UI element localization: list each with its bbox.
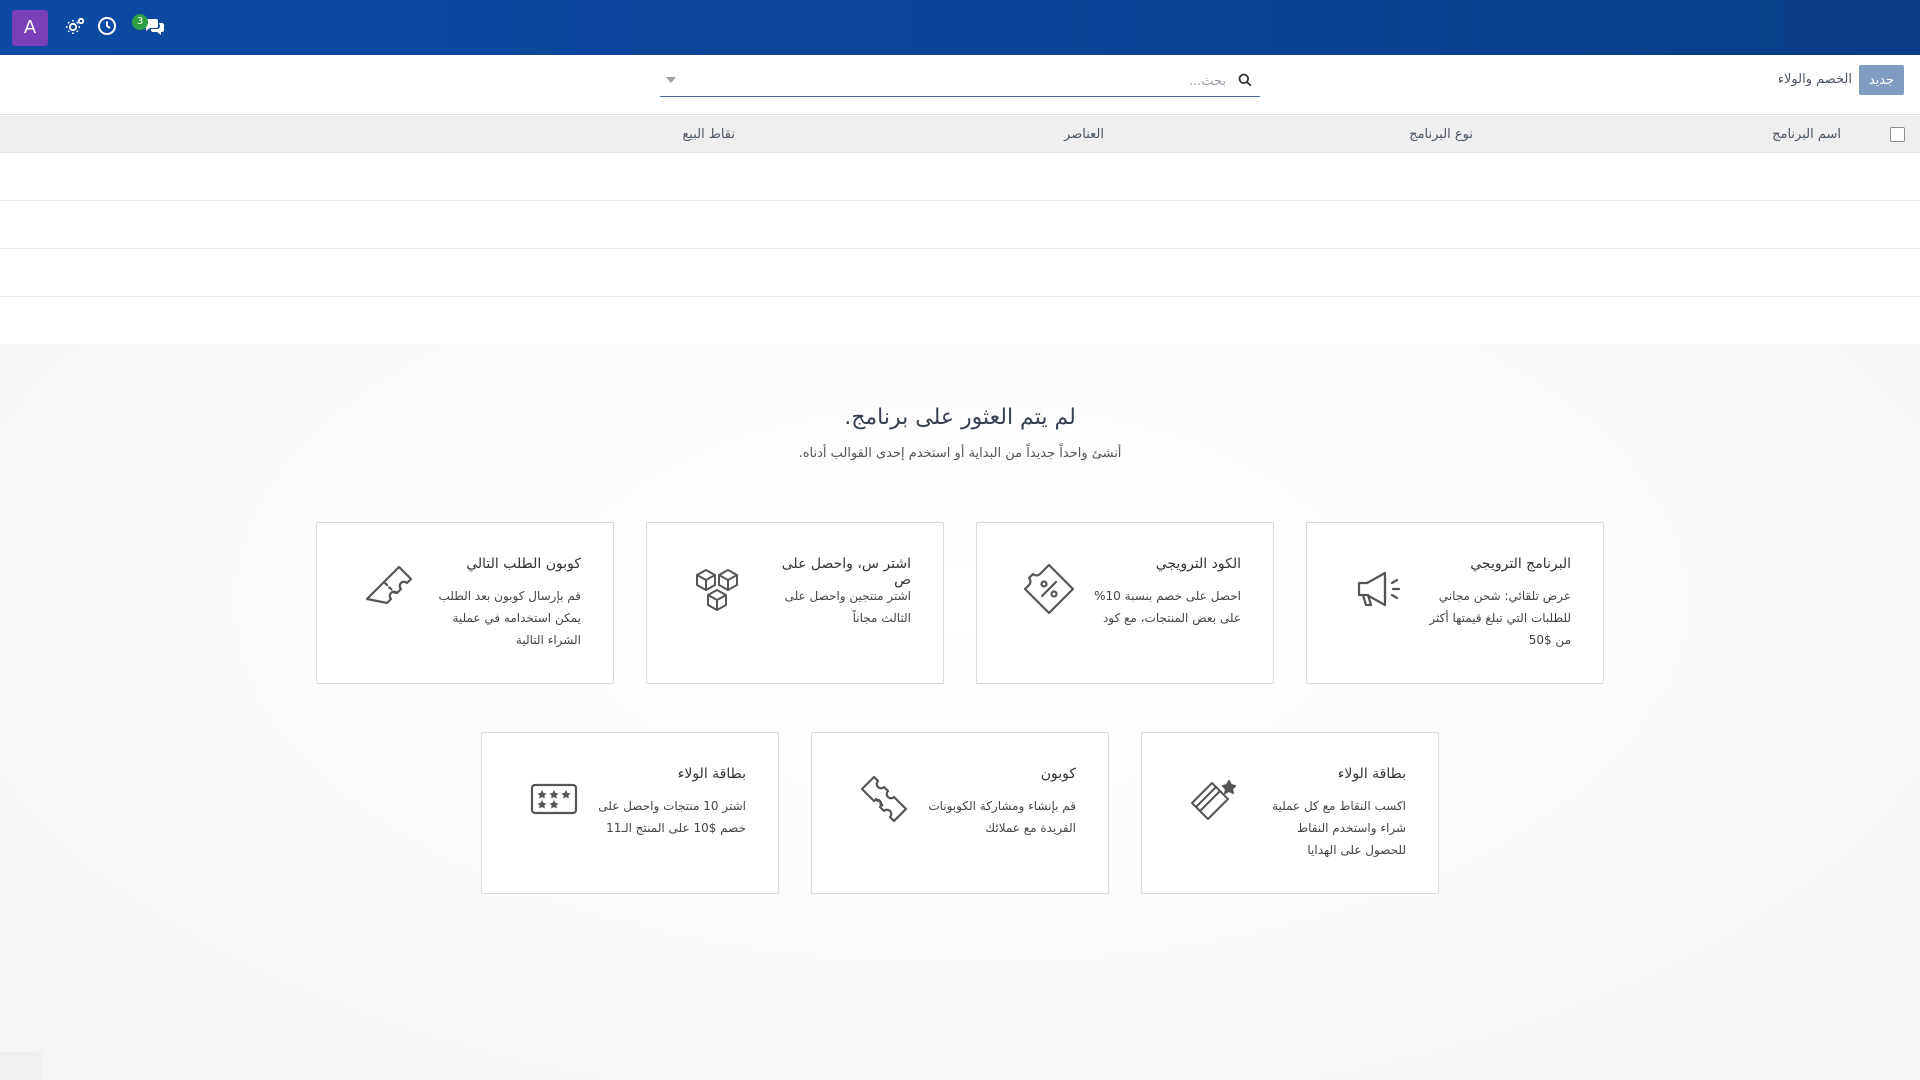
template-card-stamp-card[interactable]: بطاقة الولاء اشتر 10 منتجات واحصل على خص… [481,732,779,894]
template-card-promo-code[interactable]: الكود الترويجي احصل على خصم بنسبة 10% عل… [976,522,1274,684]
column-program-type[interactable]: نوع البرنامج [1409,127,1473,142]
template-description: احصل على خصم بنسبة 10% على بعض المنتجات،… [1094,589,1241,625]
chat-badge: 3 [132,14,148,30]
ticket-icon [359,559,419,619]
column-program-name[interactable]: اسم البرنامج [1772,127,1841,142]
template-description: اكسب النقاط مع كل عملية شراء واستخدم الن… [1272,799,1406,857]
template-title: بطاقة الولاء [677,766,746,782]
megaphone-icon [1349,559,1409,619]
template-description: اشتر 10 منتجات واحصل على خصم $10 على الم… [598,799,746,835]
list-row [0,201,1920,249]
search-bar [660,65,1260,97]
clock-icon[interactable] [96,15,118,37]
template-description: اشتر منتجين واحصل على الثالث مجاناً [784,589,911,625]
user-avatar[interactable]: A [12,10,48,46]
search-input[interactable] [688,67,1226,95]
template-title: بطاقة الولاء [1337,766,1406,782]
top-navbar: A 3 [0,0,1920,55]
template-card-loyalty[interactable]: بطاقة الولاء اكسب النقاط مع كل عملية شرا… [1141,732,1439,894]
template-card-buy-x-get-y[interactable]: اشتر س، واحصل على ص اشتر منتجين واحصل عل… [646,522,944,684]
column-pos[interactable]: نقاط البيع [682,127,735,142]
control-panel: جديد الخصم والولاء [0,55,1920,115]
template-card-promotion[interactable]: البرنامج الترويجي عرض تلقائي: شحن مجاني … [1306,522,1604,684]
template-title: كوبون الطلب التالي [466,556,581,572]
list-header: اسم البرنامج نوع البرنامج العناصر نقاط ا… [0,116,1920,153]
settings-icon[interactable] [65,15,87,37]
search-icon [1238,73,1252,87]
template-title: الكود الترويجي [1155,556,1241,572]
template-description: قم بإرسال كوبون بعد الطلب يمكن استخدامه … [438,589,581,647]
coupon-icon [854,769,914,829]
template-description: قم بإنشاء ومشاركة الكوبونات الفريدة مع ع… [928,799,1076,835]
select-all-checkbox[interactable] [1890,127,1905,142]
template-description: عرض تلقائي: شحن مجاني للطلبات التي تبلغ … [1429,589,1571,647]
template-title: البرنامج الترويجي [1470,556,1571,572]
stamp-card-icon [524,769,584,829]
empty-state-title: لم يتم العثور على برنامج. [844,405,1076,430]
loyalty-card-icon [1184,769,1244,829]
breadcrumb: الخصم والولاء [1777,72,1852,87]
corner-chip [0,1052,42,1080]
list-row [0,153,1920,201]
column-items[interactable]: العناصر [1064,127,1104,142]
boxes-icon [689,559,749,619]
template-title: اشتر س، واحصل على ص [781,556,911,588]
discount-tag-icon [1019,559,1079,619]
list-row [0,297,1920,345]
template-card-next-order-coupon[interactable]: كوبون الطلب التالي قم بإرسال كوبون بعد ا… [316,522,614,684]
search-options-toggle[interactable] [666,77,676,83]
template-card-coupon[interactable]: كوبون قم بإنشاء ومشاركة الكوبونات الفريد… [811,732,1109,894]
empty-state-subtitle: أنشئ واحداً جديداً من البداية أو استخدم … [798,446,1122,461]
template-title: كوبون [1040,766,1076,782]
list-row [0,249,1920,297]
new-button[interactable]: جديد [1859,65,1904,95]
